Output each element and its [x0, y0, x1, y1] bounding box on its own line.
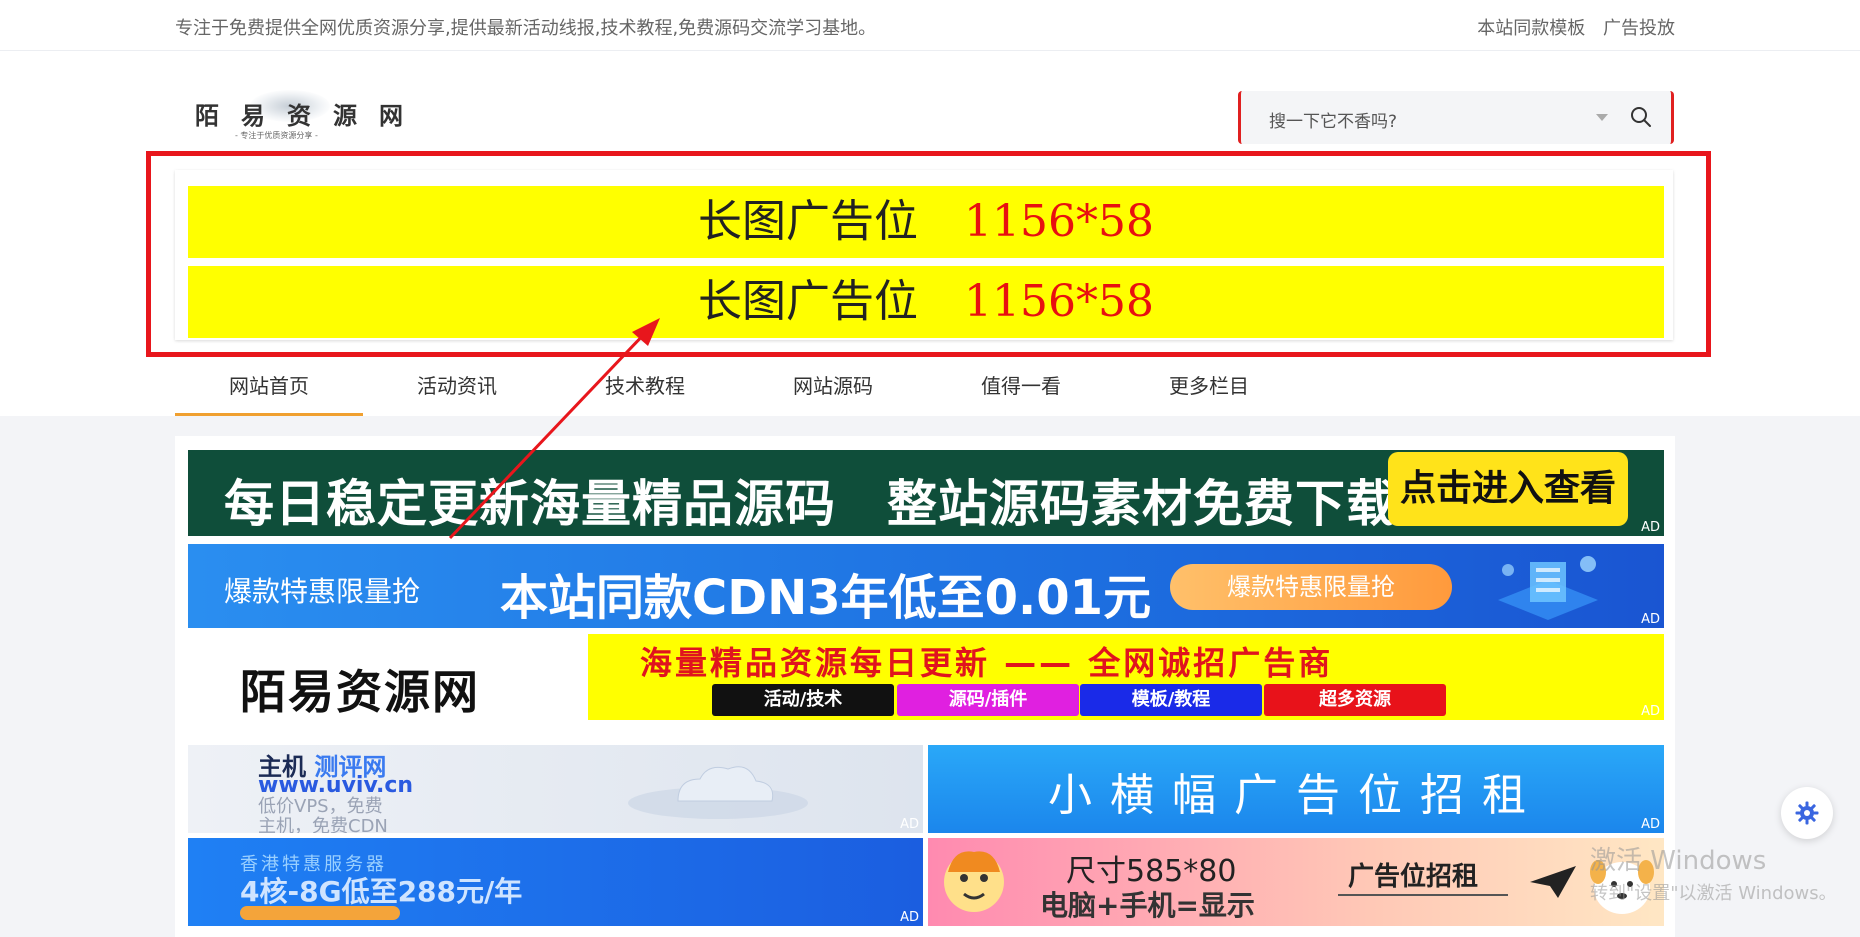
template-link[interactable]: 本站同款模板	[1477, 18, 1585, 39]
cloud-icon	[628, 766, 808, 819]
server-illustration-icon	[1498, 556, 1598, 620]
banner-hk-server[interactable]: 香港特惠服务器 4核-8G低至288元/年 AD	[188, 838, 923, 926]
tag-more-resources[interactable]: 超多资源	[1264, 684, 1446, 716]
annotation-highlight-box	[146, 151, 1711, 357]
tag-source-plugin[interactable]: 源码/插件	[897, 684, 1079, 716]
banner-headline: 4核-8G低至288元/年	[240, 875, 523, 908]
ad-display-text: 电脑+手机=显示	[1040, 889, 1255, 922]
nav-item-home[interactable]: 网站首页	[175, 370, 363, 416]
decorative-line	[1338, 894, 1508, 896]
banner-host-review[interactable]: 主机 测评网 www.uviv.cn 低价VPS，免费 主机，免费CDN AD	[188, 745, 923, 833]
banner-cdn[interactable]: 爆款特惠限量抢 本站同款CDN3年低至0.01元 爆款特惠限量抢 AD	[188, 544, 1664, 628]
banner-recruit-advertisers[interactable]: 海量精品资源每日更新 —— 全网诚招广告商 活动/技术 源码/插件 模板/教程 …	[588, 634, 1664, 720]
tag-activity-tech[interactable]: 活动/技术	[712, 684, 894, 716]
ad-badge: AD	[1641, 704, 1660, 719]
banner-small-ad-rent[interactable]: 小横幅广告位招租 AD	[928, 745, 1664, 833]
nav-item-worth[interactable]: 值得一看	[927, 370, 1115, 399]
paper-plane-icon	[1530, 866, 1576, 898]
banner-subtext: 爆款特惠限量抢	[224, 575, 421, 608]
watermark-subtitle: 转到"设置"以激活 Windows。	[1590, 883, 1837, 904]
banner-headline: 本站同款CDN3年低至0.01元	[500, 570, 1152, 626]
chevron-down-icon[interactable]	[1596, 114, 1608, 121]
view-button[interactable]: 点击进入查看	[1388, 452, 1628, 526]
banner-headline: 海量精品资源每日更新 —— 全网诚招广告商	[640, 644, 1334, 682]
top-bar: 专注于免费提供全网优质资源分享,提供最新活动线报,技术教程,免费源码交流学习基地…	[0, 0, 1860, 51]
promo-pill[interactable]: 爆款特惠限量抢	[1170, 564, 1452, 610]
nav-item-news[interactable]: 活动资讯	[363, 370, 551, 399]
banner-text: 小横幅广告位招租	[1048, 770, 1544, 821]
site-logo[interactable]: 陌易资源网 - 专注于优质资源分享 -	[195, 90, 403, 144]
search-icon[interactable]	[1629, 105, 1653, 129]
nav-item-source[interactable]: 网站源码	[739, 370, 927, 399]
banner-desc: 低价VPS，免费 主机，免费CDN	[258, 796, 388, 834]
banner-ad-size-rent[interactable]: 尺寸585*80 电脑+手机=显示 广告位招租	[928, 838, 1664, 926]
logo-text: 陌易资源网	[195, 101, 425, 130]
ad-rent-text: 广告位招租	[1348, 862, 1479, 892]
tag-template-tutorial[interactable]: 模板/教程	[1080, 684, 1262, 716]
top-links: 本站同款模板 广告投放	[1465, 14, 1675, 40]
cartoon-girl-icon	[944, 851, 1004, 912]
gear-icon	[1795, 801, 1819, 825]
search-input[interactable]: 搜一下它不香吗?	[1269, 107, 1397, 132]
banner-source-download[interactable]: 每日稳定更新海量精品源码 整站源码素材免费下载 点击进入查看 AD	[188, 450, 1664, 536]
ad-badge: AD	[1641, 817, 1660, 832]
ad-badge: AD	[900, 817, 919, 832]
search-box[interactable]: 搜一下它不香吗?	[1238, 91, 1674, 144]
nav-item-more[interactable]: 更多栏目	[1115, 370, 1303, 399]
site-tagline: 专注于免费提供全网优质资源分享,提供最新活动线报,技术教程,免费源码交流学习基地…	[175, 18, 877, 39]
ad-badge: AD	[900, 910, 919, 925]
ad-badge: AD	[1641, 612, 1660, 627]
settings-button[interactable]	[1781, 787, 1833, 839]
nav-item-tutorials[interactable]: 技术教程	[551, 370, 739, 399]
ad-placement-link[interactable]: 广告投放	[1603, 18, 1675, 39]
banner-logo-panel[interactable]: 陌易资源网	[188, 634, 588, 720]
banner-text: 每日稳定更新海量精品源码 整站源码素材免费下载	[224, 475, 1397, 533]
ad-badge: AD	[1641, 520, 1660, 535]
banner-url: www.uviv.cn	[258, 773, 414, 798]
logo-slogan: - 专注于优质资源分享 -	[235, 131, 318, 140]
watermark-title: 激活 Windows	[1590, 846, 1767, 876]
promo-pill	[240, 906, 400, 920]
windows-activation-watermark: 激活 Windows 转到"设置"以激活 Windows。	[1590, 840, 1837, 905]
calligraphy-logo: 陌易资源网	[240, 665, 480, 719]
